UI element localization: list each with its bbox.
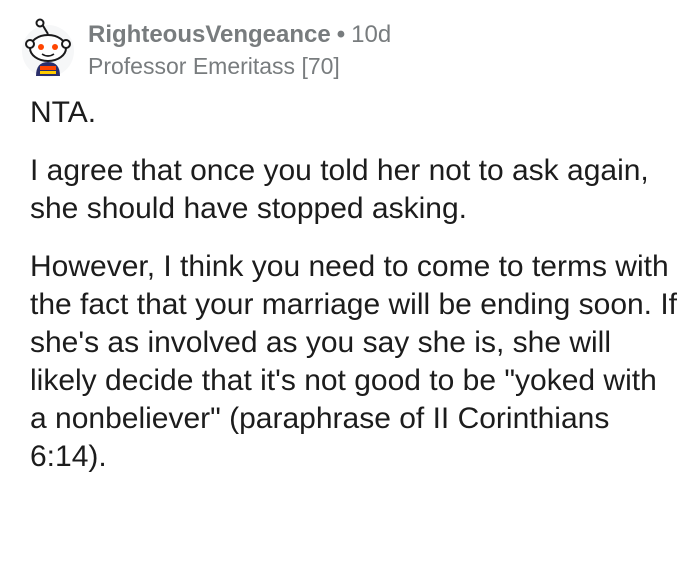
comment-meta: RighteousVengeance • 10d Professor Emerita… xyxy=(88,20,391,80)
comment-age[interactable]: 10d xyxy=(351,21,391,48)
meta-separator: • xyxy=(336,21,346,48)
snoo-avatar-icon[interactable] xyxy=(20,18,76,80)
comment: RighteousVengeance • 10d Professor Emerita… xyxy=(0,0,700,561)
comment-header: RighteousVengeance • 10d Professor Emerita… xyxy=(20,12,680,82)
comment-paragraph: NTA. xyxy=(30,96,97,129)
author-username[interactable]: RighteousVengeance xyxy=(88,21,331,48)
avatar-svg xyxy=(22,18,74,77)
meta-line: RighteousVengeance • 10d xyxy=(88,20,391,50)
comment-body: NTA. I agree that once you told her not … xyxy=(30,94,680,496)
comment-paragraph: I agree that once you told her not to as… xyxy=(30,154,649,225)
user-flair: Professor Emeritass [70] xyxy=(88,53,340,79)
comment-paragraph: However, I think you need to come to ter… xyxy=(30,250,678,473)
